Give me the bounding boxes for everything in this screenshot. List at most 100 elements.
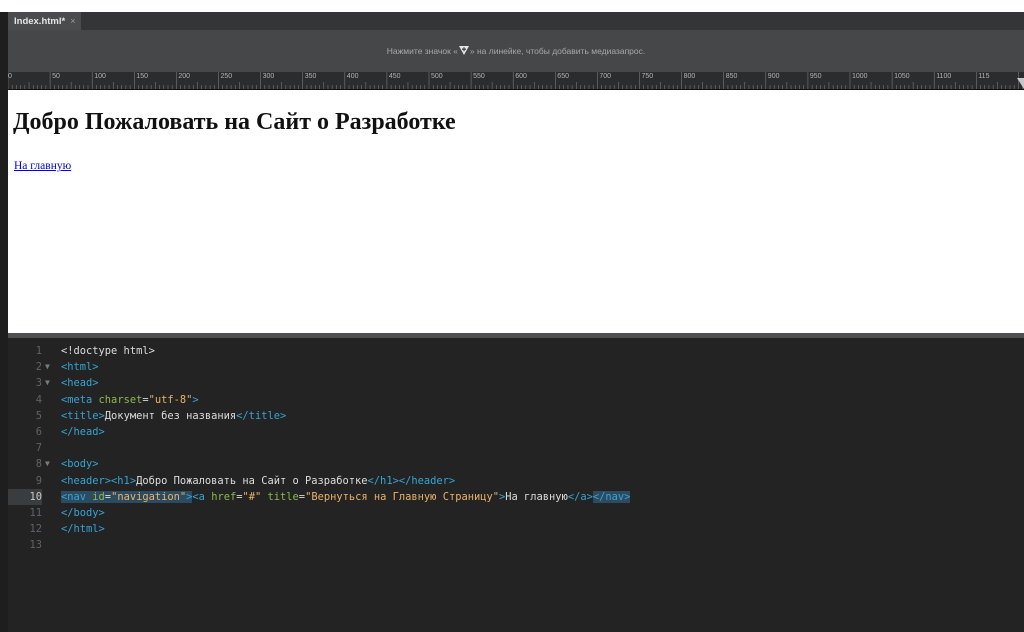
ruler-label: 150 [136,73,148,80]
code-token: <a [192,490,212,503]
code-line[interactable]: 4 <meta charset="utf-8"> [8,392,1024,408]
code-token: <head> [61,377,99,390]
line-number: 10 [8,488,42,505]
code-text: <nav id="navigation"><a href="#" title="… [61,489,631,505]
ruler-label: 1050 [894,73,910,80]
line-number: 4 [35,393,42,406]
code-token: "Вернуться на Главную Страницу" [305,490,499,503]
code-text: </html> [61,521,105,537]
code-token: </html> [61,523,105,536]
code-token: <!doctype html> [61,345,155,357]
code-token: href [211,490,237,503]
ruler-label: 700 [599,73,612,80]
line-number: 7 [35,442,42,455]
code-line[interactable]: 9 <header><h1>Добро Пожаловать на Сайт о … [8,473,1024,489]
code-text: <header><h1>Добро Пожаловать на Сайт о Р… [61,473,455,489]
ruler-label: 650 [557,73,569,80]
ruler-label: 115 [978,73,990,80]
home-link[interactable]: На главную [14,160,71,172]
fold-toggle-icon[interactable]: ▼ [45,359,50,375]
code-token: <title> [61,409,105,422]
code-line[interactable]: 1 <!doctype html> [8,343,1024,359]
code-line[interactable]: 7 [8,440,1024,456]
ruler-label: 550 [473,73,485,80]
code-line[interactable]: 2 ▼ <html> [8,359,1024,375]
document-tab-bar: Index.html* × [8,12,1024,30]
ruler-label: 450 [388,73,401,80]
ruler-label: 200 [178,73,191,80]
tab-label: Index.html* [14,16,66,27]
code-line[interactable]: 6 </head> [8,424,1024,440]
fold-toggle-icon[interactable]: ▼ [45,456,50,472]
code-text: </body> [61,505,105,521]
code-token: </body> [61,507,105,519]
code-token: id [92,490,105,503]
code-line[interactable]: 11 </body> [8,505,1024,521]
tab-index-html[interactable]: Index.html* × [8,12,82,30]
window-top-strip [0,0,1024,12]
line-number: 1 [35,345,42,357]
pixel-ruler[interactable]: 0 50 100 150 200 250 300 350 400 450 500 550 600 650 7… [8,72,1024,90]
ruler-label: 250 [220,73,233,80]
line-number: 11 [29,507,42,519]
ruler-label: 100 [94,73,106,80]
ruler-label: 50 [52,73,60,80]
code-line[interactable]: 8 ▼ <body> [8,456,1024,472]
code-text: <body> [61,456,99,472]
code-text: <title>Документ без названия</title> [61,408,286,424]
code-view[interactable]: 1 <!doctype html> 2 ▼ <html> 3 ▼ <head> 4 <meta c… [8,338,1024,632]
code-line[interactable]: 5 <title>Документ без названия</title> [8,408,1024,424]
media-query-hint-before: Нажмите значок « [386,46,458,56]
code-text: <!doctype html> [61,343,155,359]
code-token: <header><h1> [61,474,137,487]
code-token: </title> [236,409,287,422]
line-number: 6 [35,426,42,438]
ruler-label: 850 [725,73,738,80]
ruler-label: 350 [304,73,317,80]
code-token: charset [98,393,143,406]
media-query-hint-after: » на линейке, чтобы добавить медиазапрос… [469,46,646,56]
ruler-label: 0 [8,73,12,80]
code-line[interactable]: 10 <nav id="navigation"><a href="#" title… [8,488,1024,505]
line-number: 12 [29,523,42,536]
code-token: </nav> [592,490,631,503]
code-token: Документ без названия [104,409,237,422]
ruler-end-marker [1017,78,1024,89]
code-token: <nav [61,490,93,503]
code-text: <html> [61,359,99,375]
code-token: title [267,490,299,503]
close-icon[interactable]: × [70,16,75,26]
design-view[interactable]: Добро Пожаловать на Сайт о Разработке На… [8,90,1024,333]
add-media-query-icon [458,46,469,55]
ruler-label: 400 [346,73,359,80]
code-token: </head> [61,426,105,438]
ruler-label: 600 [515,73,527,80]
fold-toggle-icon[interactable]: ▼ [45,375,50,391]
line-number: 13 [29,539,42,552]
media-query-hint: Нажмите значок « » на линейке, чтобы доба… [8,46,1024,56]
ruler-label: 900 [767,73,780,80]
ruler-label: 950 [809,73,822,80]
page-heading: Добро Пожаловать на Сайт о Разработке [13,109,456,135]
media-query-bar[interactable]: Нажмите значок « » на линейке, чтобы доба… [8,30,1024,72]
line-number: 8 [35,458,42,471]
code-token: "navigation" [111,490,187,503]
code-token: Добро Пожаловать на Сайт о Разработке [136,474,368,487]
code-token: </a> [567,490,593,503]
code-line[interactable]: 12 </html> [8,521,1024,537]
code-line[interactable]: 13 [8,537,1024,553]
ruler-label: 500 [431,73,443,80]
code-text: <head> [61,375,99,391]
line-number: 3 [35,377,42,390]
code-token: <meta [61,393,99,406]
ruler-label: 800 [683,73,696,80]
code-token: > [192,393,199,406]
line-number: 9 [35,474,42,487]
code-text: </head> [61,424,105,440]
code-token: "#" [242,490,268,503]
code-token: <body> [61,458,99,471]
code-token: На главную [505,490,568,503]
ruler-label: 750 [641,73,654,80]
code-token: "utf-8" [148,393,193,406]
code-line[interactable]: 3 ▼ <head> [8,375,1024,391]
